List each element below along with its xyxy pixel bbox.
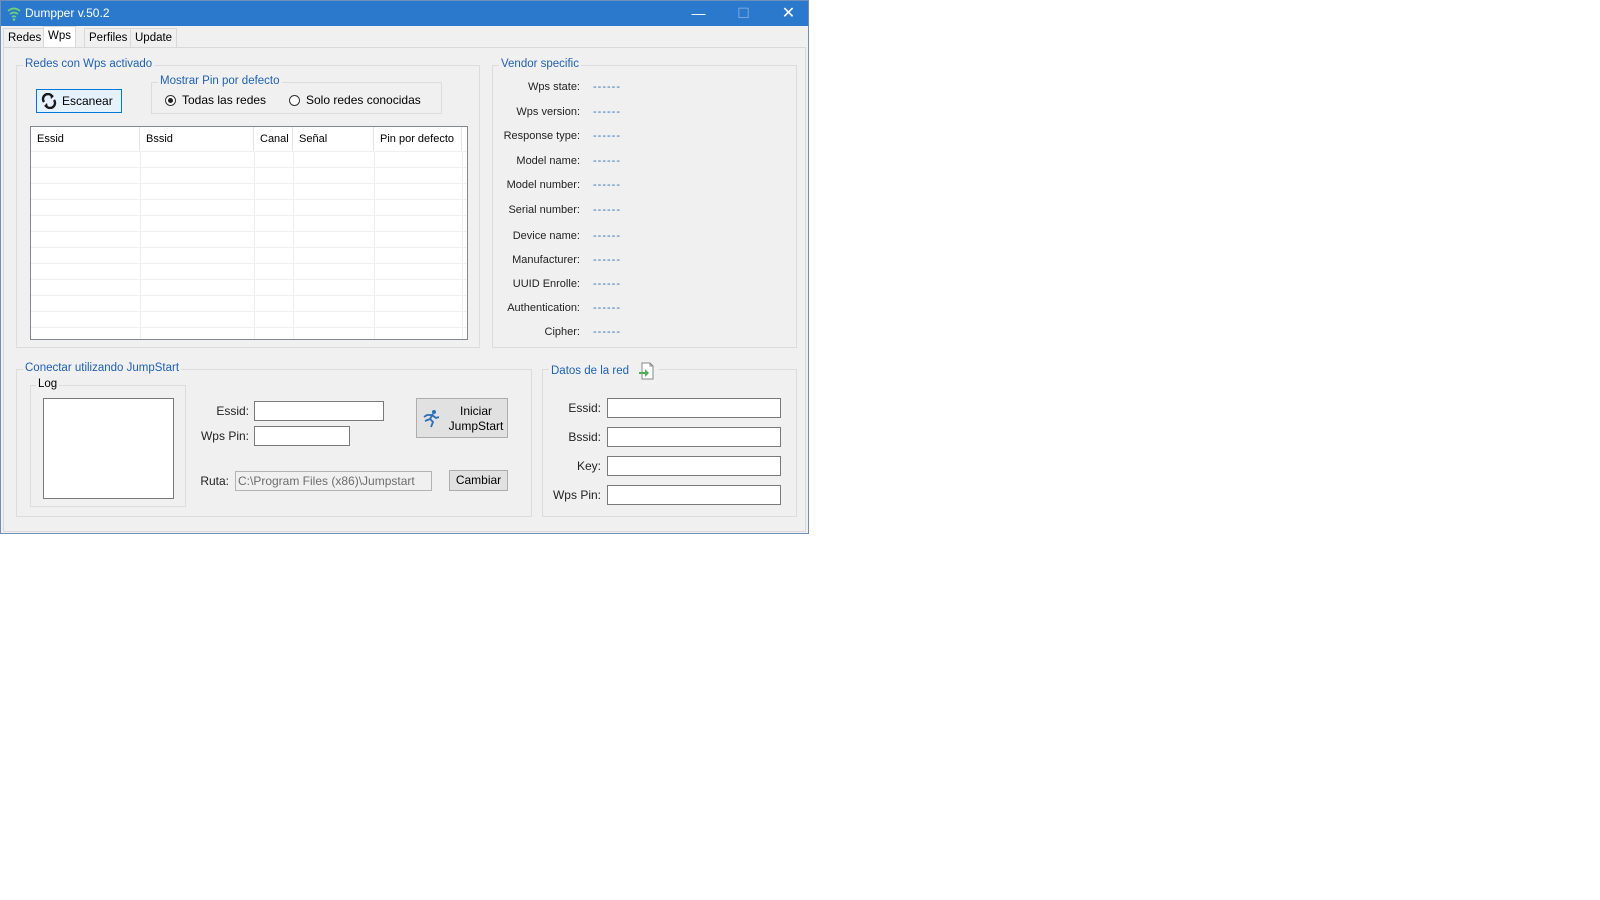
wps-pin-label: Wps Pin: [200, 429, 249, 443]
radio-checked-icon [165, 94, 176, 106]
device-name-value: ------ [593, 230, 621, 242]
start-button-line1: Iniciar [459, 404, 492, 418]
uuid-enrolle-value: ------ [593, 278, 621, 290]
empty-row [31, 295, 467, 311]
radio-all-networks[interactable]: Todas las redes [165, 93, 266, 107]
group-title: Datos de la red [549, 362, 659, 380]
cipher-value: ------ [593, 326, 621, 338]
manufacturer-value: ------ [593, 254, 621, 266]
group-title: Conectar utilizando JumpStart [23, 362, 182, 374]
net-wps-pin-input[interactable] [607, 485, 781, 505]
scan-button-label: Escanear [62, 94, 113, 108]
column-header-bssid[interactable]: Bssid [140, 127, 254, 151]
wps-version-value: ------ [593, 106, 621, 118]
minimize-button[interactable]: — [676, 1, 721, 26]
manufacturer-label: Manufacturer: [512, 254, 580, 266]
close-button[interactable]: ✕ [766, 1, 811, 26]
tab-update[interactable]: Update [130, 28, 178, 47]
net-key-label: Key: [576, 459, 601, 473]
net-bssid-input[interactable] [607, 427, 781, 447]
ruta-input[interactable]: C:\Program Files (x86)\Jumpstart [235, 471, 432, 491]
group-title: Mostrar Pin por defecto [158, 75, 282, 87]
empty-row [31, 183, 467, 199]
column-header-senal[interactable]: Señal [293, 127, 374, 151]
app-window: Dumpper v.50.2 — ☐ ✕ Redes Wps Perfiles … [0, 0, 809, 534]
empty-row [31, 231, 467, 247]
change-path-button[interactable]: Cambiar [449, 470, 508, 491]
empty-row [31, 279, 467, 295]
net-key-input[interactable] [607, 456, 781, 476]
refresh-icon [41, 93, 57, 109]
column-header-pin[interactable]: Pin por defecto [374, 127, 462, 151]
empty-row [31, 247, 467, 263]
wps-pin-input[interactable] [254, 426, 350, 446]
model-number-value: ------ [593, 179, 621, 191]
maximize-button[interactable]: ☐ [721, 1, 766, 26]
device-name-label: Device name: [512, 230, 580, 242]
column-header-essid[interactable]: Essid [31, 127, 140, 151]
wps-version-label: Wps version: [516, 106, 580, 118]
radio-label: Todas las redes [182, 93, 267, 107]
network-data-group: Datos de la red Essid: Bssid: Key: Wps P… [542, 362, 797, 517]
ruta-label: Ruta: [200, 474, 229, 488]
empty-row [31, 151, 467, 167]
empty-row [31, 327, 467, 339]
window-title: Dumpper v.50.2 [25, 6, 110, 20]
empty-row [31, 167, 467, 183]
group-title: Redes con Wps activado [23, 58, 155, 70]
log-output[interactable] [43, 398, 174, 499]
cipher-label: Cipher: [544, 326, 580, 338]
default-pin-group: Mostrar Pin por defecto Todas las redes … [151, 75, 442, 114]
essid-input[interactable] [254, 401, 384, 421]
group-title: Vendor specific [499, 58, 581, 70]
net-bssid-label: Bssid: [568, 430, 601, 444]
wps-state-value: ------ [593, 81, 621, 93]
serial-number-value: ------ [593, 204, 621, 216]
tab-wps[interactable]: Wps [43, 26, 76, 48]
vendor-specific-group: Vendor specific Wps state: ------ Wps ve… [492, 58, 797, 348]
tab-redes[interactable]: Redes [3, 28, 47, 47]
response-type-label: Response type: [503, 130, 580, 142]
radio-unchecked-icon [289, 94, 300, 106]
net-wps-pin-label: Wps Pin: [552, 488, 601, 502]
response-type-value: ------ [593, 130, 621, 142]
column-header-canal[interactable]: Canal [254, 127, 293, 151]
title-bar[interactable]: Dumpper v.50.2 — ☐ ✕ [1, 1, 808, 26]
model-name-label: Model name: [516, 155, 580, 167]
serial-number-label: Serial number: [508, 204, 580, 216]
networks-list[interactable]: Essid Bssid Canal Señal Pin por defecto [30, 126, 468, 340]
running-man-icon [423, 410, 440, 428]
empty-row [31, 215, 467, 231]
log-group: Log [30, 378, 186, 507]
authentication-value: ------ [593, 302, 621, 314]
model-number-label: Model number: [506, 179, 580, 191]
empty-row [31, 263, 467, 279]
group-title-text: Datos de la red [551, 365, 629, 378]
wps-tab-panel: Redes con Wps activado Escanear Mostrar … [3, 47, 806, 532]
radio-label: Solo redes conocidas [306, 93, 421, 107]
tab-perfiles[interactable]: Perfiles [84, 28, 133, 47]
start-button-line2: JumpStart [448, 419, 504, 433]
wifi-app-icon [6, 6, 22, 22]
export-document-icon[interactable] [638, 362, 656, 380]
start-jumpstart-button[interactable]: Iniciar JumpStart [416, 398, 508, 438]
essid-label: Essid: [216, 404, 249, 418]
wps-state-label: Wps state: [528, 81, 580, 93]
wps-networks-group: Redes con Wps activado Escanear Mostrar … [16, 58, 480, 348]
net-essid-label: Essid: [568, 401, 601, 415]
radio-known-networks[interactable]: Solo redes conocidas [289, 93, 421, 107]
empty-row [31, 311, 467, 327]
net-essid-input[interactable] [607, 398, 781, 418]
empty-row [31, 199, 467, 215]
authentication-label: Authentication: [507, 302, 580, 314]
group-title: Log [36, 378, 60, 390]
uuid-enrolle-label: UUID Enrolle: [512, 278, 580, 290]
jumpstart-group: Conectar utilizando JumpStart Log Essid:… [16, 362, 532, 517]
scan-button[interactable]: Escanear [36, 89, 122, 113]
model-name-value: ------ [593, 155, 621, 167]
